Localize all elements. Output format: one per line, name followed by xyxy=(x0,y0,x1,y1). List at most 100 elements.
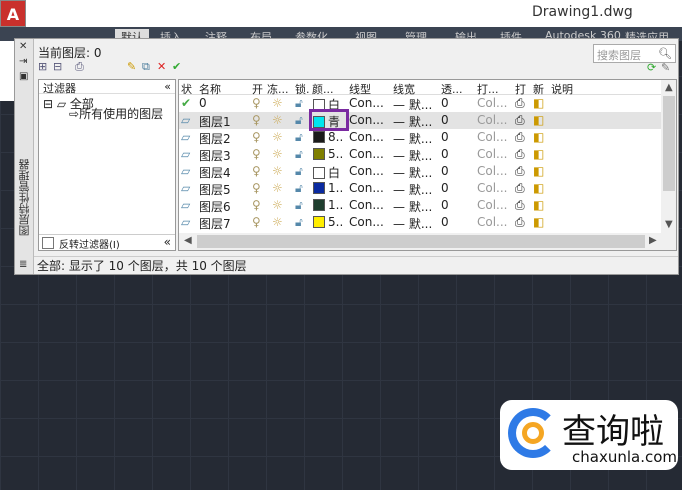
horizontal-scrollbar[interactable]: ◀ ▶ xyxy=(179,233,676,250)
app-menu-button[interactable]: A xyxy=(0,0,26,27)
linetype: Con... xyxy=(349,113,384,127)
printer-icon: ⎙ xyxy=(515,113,525,127)
bulb-on-icon: ♀ xyxy=(252,215,261,229)
sun-thawed-icon: ☼ xyxy=(272,113,283,127)
refresh-icon[interactable]: ⟳ xyxy=(647,61,656,74)
bulb-on-icon: ♀ xyxy=(252,96,261,110)
search-placeholder: 搜索图层 xyxy=(597,49,641,62)
status-bar: 全部: 显示了 10 个图层，共 10 个图层 xyxy=(34,256,678,273)
layer-row[interactable]: ▱ 图层4 ♀ ☼ 🔓︎ 白 Con... — 默... 0 Col... ⎙ ◧ xyxy=(179,163,661,180)
color-swatch xyxy=(313,216,325,228)
plot-style: Col... xyxy=(477,181,508,195)
printer-icon: ⎙ xyxy=(515,181,525,195)
new-vp-freeze-icon: ◧ xyxy=(533,198,545,212)
plot-style: Col... xyxy=(477,130,508,144)
new-vp-freeze-icon: ◧ xyxy=(533,181,545,195)
new-filter-icon[interactable]: ⊞ xyxy=(38,60,47,73)
printer-icon: ⎙ xyxy=(515,164,525,178)
unlocked-icon: 🔓︎ xyxy=(295,147,303,161)
palette-title: 图层特性管理器 xyxy=(18,159,31,236)
transparency: 0 xyxy=(441,147,449,161)
plot-style: Col... xyxy=(477,96,508,110)
layer-row[interactable]: ▱ 图层3 ♀ ☼ 🔓︎ 5.. Con... — 默... 0 Col... ⎙ ◧ xyxy=(179,146,661,163)
linetype: Con... xyxy=(349,215,384,229)
settings-icon[interactable]: ✎ xyxy=(661,61,670,74)
vertical-scrollbar[interactable]: ▲ ▼ xyxy=(661,80,676,233)
layer-properties-manager: ✕ ⇥ ▣ 图层特性管理器 ≣ 当前图层: 0 ⊞ ⊟ ⎙ ✎ ⧉ ✕ ✔ 搜索… xyxy=(14,38,679,275)
printer-icon: ⎙ xyxy=(515,147,525,161)
layers-icon: ≣ xyxy=(19,259,28,270)
layer-row[interactable]: ✔ 0 ♀ ☼ 🔓︎ 白 Con... — 默... 0 Col... ⎙ ◧ xyxy=(179,95,661,112)
layer-name: 0 xyxy=(199,96,207,110)
color-swatch xyxy=(313,167,325,179)
layer-icon: ▱ xyxy=(181,113,191,127)
plot-style: Col... xyxy=(477,113,508,127)
set-current-icon[interactable]: ✔ xyxy=(172,60,181,73)
transparency: 0 xyxy=(441,181,449,195)
layer-icon: ▱ xyxy=(181,181,191,195)
printer-icon: ⎙ xyxy=(515,215,525,229)
lineweight: 默... xyxy=(408,183,433,197)
layer-icon: ▱ xyxy=(181,198,191,212)
color-swatch xyxy=(313,131,325,143)
layer-icon: ▱ xyxy=(181,164,191,178)
layer-name: 图层7 xyxy=(199,217,231,231)
color-label: 5.. xyxy=(328,147,344,161)
auto-hide-icon[interactable]: ⇥ xyxy=(19,56,27,67)
transparency: 0 xyxy=(441,215,449,229)
unlocked-icon: 🔓︎ xyxy=(295,198,303,212)
color-swatch xyxy=(313,182,325,194)
layer-icon: ▱ xyxy=(181,215,191,229)
sun-thawed-icon: ☼ xyxy=(272,215,283,229)
filter-item-used-layers[interactable]: ⇨所有使用的图层 xyxy=(69,105,163,122)
color-label: 1.. xyxy=(328,198,344,212)
transparency: 0 xyxy=(441,164,449,178)
watermark-logo: 查询啦 chaxunla.com xyxy=(500,400,678,470)
layer-row[interactable]: ▱ 图层1 ♀ ☼ 🔓︎ 青 Con... — 默... 0 Col... ⎙ ◧ xyxy=(179,109,661,131)
lineweight: 默... xyxy=(408,200,433,214)
layer-icon: ▱ xyxy=(181,147,191,161)
bulb-on-icon: ♀ xyxy=(252,198,261,212)
transparency: 0 xyxy=(441,96,449,110)
layer-states-icon[interactable]: ⎙ xyxy=(75,60,84,74)
sun-thawed-icon: ☼ xyxy=(272,198,283,212)
layer-row[interactable]: ▱ 图层6 ♀ ☼ 🔓︎ 1.. Con... — 默... 0 Col... ⎙ ◧ xyxy=(179,197,661,214)
new-group-filter-icon[interactable]: ⊟ xyxy=(53,60,62,73)
layer-name: 图层2 xyxy=(199,132,231,146)
sun-thawed-icon: ☼ xyxy=(272,96,283,110)
plot-style: Col... xyxy=(477,215,508,229)
new-layer-vp-frozen-icon[interactable]: ⧉ xyxy=(142,60,150,74)
background-panel xyxy=(0,41,14,101)
linetype: Con... xyxy=(349,147,384,161)
bulb-on-icon: ♀ xyxy=(252,181,261,195)
collapse-icon[interactable]: « xyxy=(164,80,171,93)
unlocked-icon: 🔓︎ xyxy=(295,130,303,144)
current-check-icon: ✔ xyxy=(181,96,192,110)
lineweight: 默... xyxy=(408,217,433,231)
invert-filter-checkbox[interactable] xyxy=(42,237,54,249)
plot-style: Col... xyxy=(477,164,508,178)
highlight-box xyxy=(309,109,349,131)
close-icon[interactable]: ✕ xyxy=(19,41,27,52)
delete-layer-icon[interactable]: ✕ xyxy=(157,60,166,73)
color-swatch xyxy=(313,199,325,211)
sun-thawed-icon: ☼ xyxy=(272,164,283,178)
color-label: 8.. xyxy=(328,130,344,144)
color-label: 1.. xyxy=(328,181,344,195)
new-vp-freeze-icon: ◧ xyxy=(533,215,545,229)
color-label: 5.. xyxy=(328,215,344,229)
plot-style: Col... xyxy=(477,198,508,212)
transparency: 0 xyxy=(441,130,449,144)
bulb-on-icon: ♀ xyxy=(252,164,261,178)
printer-icon: ⎙ xyxy=(515,96,525,110)
layer-row[interactable]: ▱ 图层2 ♀ ☼ 🔓︎ 8.. Con... — 默... 0 Col... ⎙ ◧ xyxy=(179,129,661,146)
layer-row[interactable]: ▱ 图层7 ♀ ☼ 🔓︎ 5.. Con... — 默... 0 Col... ⎙ ◧ xyxy=(179,214,661,231)
layer-name: 图层4 xyxy=(199,166,231,180)
linetype: Con... xyxy=(349,198,384,212)
properties-icon[interactable]: ▣ xyxy=(19,71,28,82)
collapse-icon[interactable]: « xyxy=(164,235,171,249)
transparency: 0 xyxy=(441,113,449,127)
new-layer-icon[interactable]: ✎ xyxy=(127,60,136,73)
layer-row[interactable]: ▱ 图层5 ♀ ☼ 🔓︎ 1.. Con... — 默... 0 Col... ⎙ ◧ xyxy=(179,180,661,197)
bulb-on-icon: ♀ xyxy=(252,147,261,161)
